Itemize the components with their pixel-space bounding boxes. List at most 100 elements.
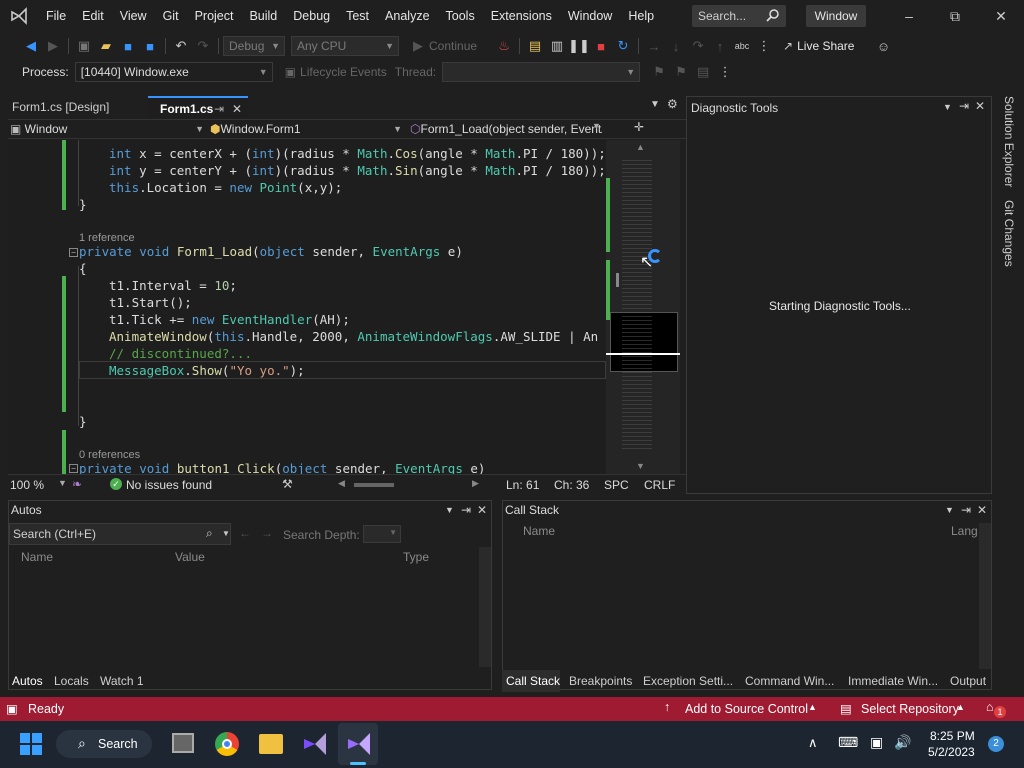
editor-minimap-scrollbar[interactable]: ▲ ▼ [606, 140, 680, 474]
autos-search-input[interactable]: Search (Ctrl+E) ⌕ ▼ [9, 523, 231, 545]
panel-close-icon[interactable]: ✕ [975, 99, 985, 113]
browse-icon[interactable]: ▤ [524, 35, 546, 57]
hot-reload-icon[interactable]: ♨ [493, 35, 515, 57]
menu-tools[interactable]: Tools [438, 0, 483, 32]
tab-form1-design[interactable]: Form1.cs [Design] [0, 96, 121, 118]
visual-studio-preview-icon[interactable] [302, 731, 328, 757]
tab-autos[interactable]: Autos [12, 672, 43, 690]
intellicode-icon[interactable]: ❧ [72, 477, 82, 491]
chrome-icon[interactable] [215, 732, 239, 756]
zoom-level[interactable]: 100 % [10, 478, 44, 492]
member-chevron-icon[interactable]: ▼ [592, 121, 601, 131]
member-dropdown[interactable]: ⬡Form1_Load(object sender, EventArgs e) [410, 121, 602, 138]
redo-icon[interactable]: ↷ [192, 35, 214, 57]
settings-gear-icon[interactable]: ⚙ [667, 97, 678, 111]
taskbar-search[interactable]: ⌕ Search [56, 730, 152, 758]
scroll-down-icon[interactable]: ▼ [636, 461, 645, 471]
feedback-icon[interactable]: ☺ [872, 35, 894, 57]
play-icon[interactable]: ▶ [407, 35, 429, 57]
split-editor-icon[interactable]: ✛ [634, 120, 644, 134]
tab-immediate-window[interactable]: Immediate Win... [848, 672, 938, 690]
autos-scrollbar[interactable] [479, 547, 491, 667]
col-name[interactable]: Name [523, 524, 555, 538]
thread-dropdown[interactable]: ▼ [442, 62, 641, 82]
search-back-icon[interactable]: ← [239, 526, 251, 540]
keyboard-icon[interactable]: ⌨ [838, 734, 858, 751]
step-out-icon[interactable]: ↑ [709, 35, 731, 57]
clock-time[interactable]: 8:25 PM [930, 729, 975, 743]
add-to-source-control-button[interactable]: Add to Source Control [685, 702, 808, 716]
tab-close-icon[interactable]: ✕ [232, 98, 242, 120]
open-folder-icon[interactable]: ▰ [95, 35, 117, 57]
vs-logo-icon[interactable] [0, 0, 38, 32]
visual-studio-icon[interactable] [346, 731, 372, 757]
menu-build[interactable]: Build [241, 0, 285, 32]
tab-list-chevron-icon[interactable]: ▼ [650, 99, 660, 110]
undo-icon[interactable]: ↶ [170, 35, 192, 57]
horizontal-scroll-thumb[interactable] [354, 483, 394, 487]
scroll-left-icon[interactable]: ◀ [338, 478, 345, 489]
class-dropdown[interactable]: ⬢Window.Form1 ▼ [210, 121, 402, 138]
flag-icon[interactable]: ⚑ [648, 61, 670, 83]
panel-menu-chevron-icon[interactable]: ▼ [945, 505, 954, 515]
forward-icon[interactable]: ▶ [42, 35, 64, 57]
search-depth-dropdown[interactable]: ▼ [363, 525, 401, 543]
menu-test[interactable]: Test [338, 0, 377, 32]
config-dropdown[interactable]: Debug ▼ [223, 36, 285, 56]
output-status-icon[interactable]: ▣ [6, 701, 18, 716]
tab-output[interactable]: Output [950, 672, 986, 690]
continue-button[interactable]: Continue [429, 39, 477, 53]
task-view-icon[interactable] [172, 733, 194, 753]
panel-menu-chevron-icon[interactable]: ▼ [445, 505, 454, 515]
menu-analyze[interactable]: Analyze [377, 0, 437, 32]
display-icon[interactable]: ▣ [870, 734, 883, 751]
collapse-icon[interactable]: − [69, 248, 78, 257]
scroll-right-icon[interactable]: ▶ [472, 478, 479, 489]
tab-exception-settings[interactable]: Exception Setti... [643, 672, 733, 690]
callstack-scrollbar[interactable] [979, 523, 991, 669]
windows-start-icon[interactable] [20, 733, 42, 755]
overflow-icon[interactable]: ⋮ [753, 35, 775, 57]
menu-project[interactable]: Project [187, 0, 242, 32]
code-editor[interactable]: − − int x = centerX + (int)(radius * Mat… [8, 140, 606, 474]
tray-chevron-up-icon[interactable]: ∧ [808, 735, 818, 751]
tab-form1-cs[interactable]: Form1.cs ⇥ ✕ [148, 96, 248, 118]
save-icon[interactable]: ■ [117, 35, 139, 57]
search-forward-icon[interactable]: → [261, 526, 273, 540]
window-layout-icon[interactable]: ▥ [546, 35, 568, 57]
minimize-icon[interactable]: – [886, 0, 932, 32]
solution-name-badge[interactable]: Window [806, 5, 866, 27]
save-all-icon[interactable]: ■ [139, 35, 161, 57]
spell-check-icon[interactable]: abc [731, 35, 753, 57]
step-over-icon[interactable]: ↷ [687, 35, 709, 57]
panel-close-icon[interactable]: ✕ [477, 503, 487, 517]
tab-solution-explorer[interactable]: Solution Explorer [1002, 96, 1016, 187]
tab-git-changes[interactable]: Git Changes [1002, 200, 1016, 267]
file-explorer-icon[interactable] [259, 734, 283, 754]
step-icon[interactable]: → [643, 35, 665, 57]
tab-watch-1[interactable]: Watch 1 [100, 672, 144, 690]
menu-extensions[interactable]: Extensions [483, 0, 560, 32]
col-lang[interactable]: Lang [951, 524, 978, 538]
tab-locals[interactable]: Locals [54, 672, 89, 690]
menu-view[interactable]: View [112, 0, 155, 32]
pin-icon[interactable]: ⇥ [461, 503, 471, 517]
menu-debug[interactable]: Debug [285, 0, 338, 32]
menu-help[interactable]: Help [620, 0, 662, 32]
notifications-bell-icon[interactable]: ⌂ [986, 700, 994, 714]
platform-dropdown[interactable]: Any CPU ▼ [291, 36, 399, 56]
menu-window[interactable]: Window [560, 0, 620, 32]
back-icon[interactable]: ◀ [20, 35, 42, 57]
col-name[interactable]: Name [21, 550, 53, 564]
scroll-thumb[interactable] [616, 273, 619, 287]
close-icon[interactable]: ✕ [978, 0, 1024, 32]
live-share-button[interactable]: Live Share [797, 39, 854, 53]
pin-icon[interactable]: ⇥ [214, 98, 224, 120]
menu-edit[interactable]: Edit [74, 0, 112, 32]
volume-icon[interactable]: 🔊 [894, 734, 911, 751]
column-number[interactable]: Ch: 36 [554, 478, 589, 492]
cleanup-brush-icon[interactable]: ⚒ [282, 477, 293, 491]
pause-icon[interactable]: ❚❚ [568, 35, 590, 57]
issues-status[interactable]: No issues found [126, 478, 212, 492]
stack-frame-icon[interactable]: ▤ [692, 61, 714, 83]
